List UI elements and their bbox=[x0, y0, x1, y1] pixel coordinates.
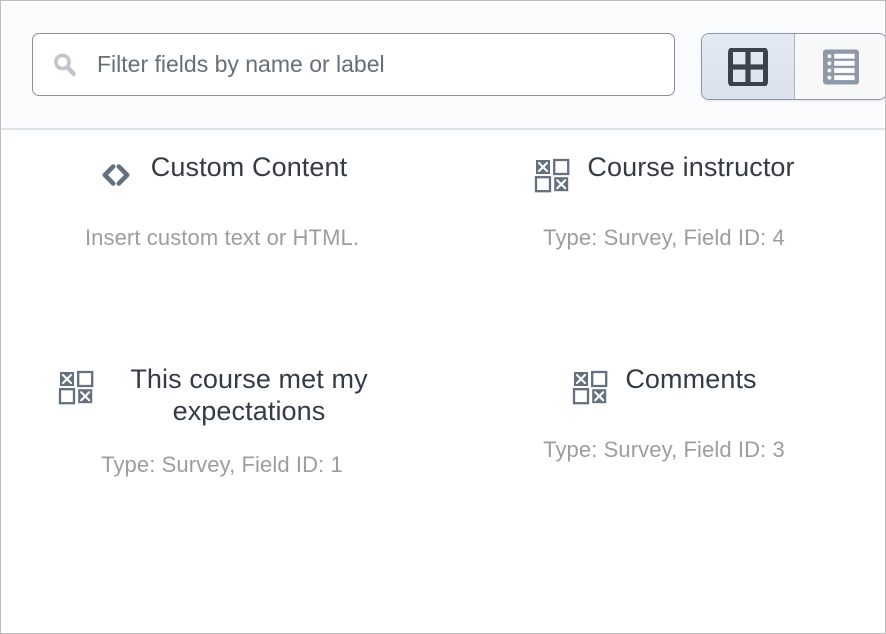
survey-icon bbox=[571, 368, 609, 406]
field-subtitle: Type: Survey, Field ID: 4 bbox=[543, 225, 785, 251]
search-field[interactable] bbox=[32, 33, 675, 96]
survey-icon bbox=[57, 368, 95, 406]
field-title: Comments bbox=[625, 364, 756, 396]
survey-icon bbox=[533, 156, 571, 194]
view-toggle-group bbox=[701, 33, 886, 100]
field-item-comments[interactable]: Comments Type: Survey, Field ID: 3 bbox=[443, 364, 885, 576]
list-view-button[interactable] bbox=[794, 34, 886, 99]
grid-view-button[interactable] bbox=[702, 34, 794, 99]
field-title: This course met my expectations bbox=[111, 364, 387, 428]
field-subtitle: Type: Survey, Field ID: 3 bbox=[543, 437, 785, 463]
field-header: Comments bbox=[571, 364, 756, 406]
search-input[interactable] bbox=[97, 45, 657, 85]
search-icon bbox=[51, 51, 79, 79]
field-item-expectations[interactable]: This course met my expectations Type: Su… bbox=[1, 364, 443, 576]
field-title: Course instructor bbox=[587, 152, 794, 184]
field-subtitle: Type: Survey, Field ID: 1 bbox=[101, 452, 343, 478]
field-header: Course instructor bbox=[533, 152, 794, 194]
field-header: Custom Content bbox=[97, 152, 348, 194]
field-item-custom-content[interactable]: Custom Content Insert custom text or HTM… bbox=[1, 152, 443, 364]
code-brackets-icon bbox=[97, 156, 135, 194]
list-icon bbox=[821, 48, 861, 86]
field-picker-panel: Custom Content Insert custom text or HTM… bbox=[0, 0, 886, 634]
field-item-course-instructor[interactable]: Course instructor Type: Survey, Field ID… bbox=[443, 152, 885, 364]
field-subtitle: Insert custom text or HTML. bbox=[85, 225, 359, 251]
field-list: Custom Content Insert custom text or HTM… bbox=[1, 130, 885, 576]
toolbar bbox=[1, 1, 885, 130]
field-title: Custom Content bbox=[151, 152, 348, 184]
grid-icon bbox=[728, 48, 768, 86]
field-header: This course met my expectations bbox=[57, 364, 387, 428]
